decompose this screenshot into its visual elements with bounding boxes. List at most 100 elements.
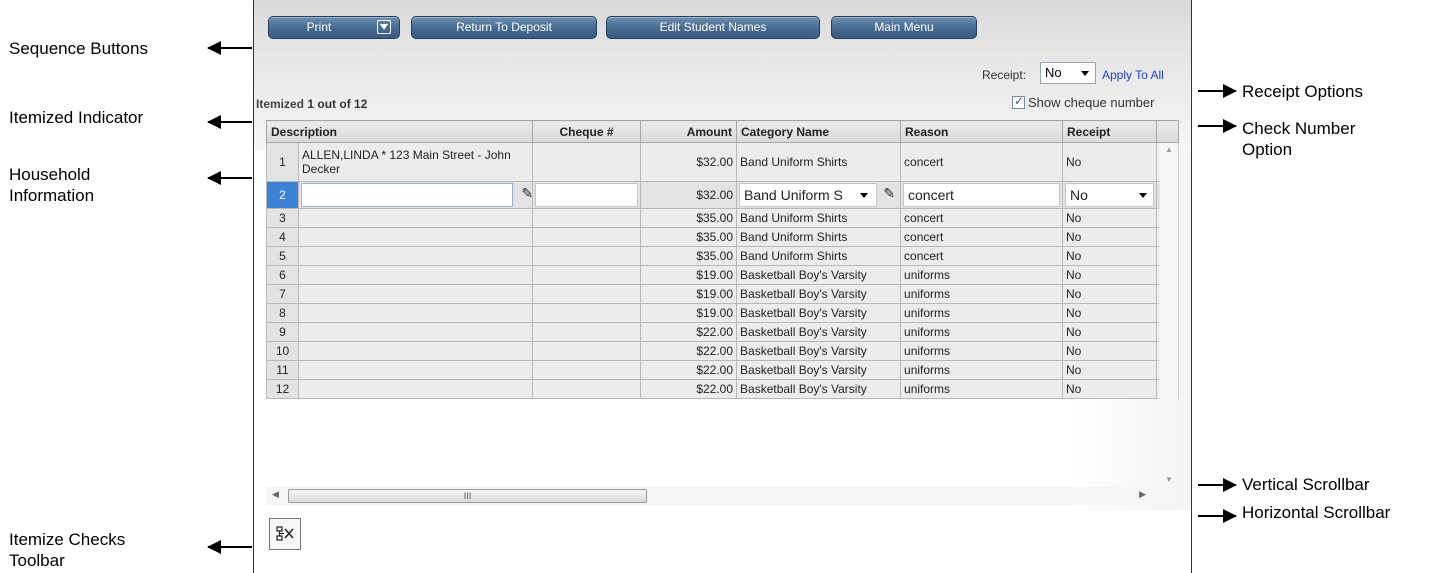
category-cell[interactable]: Band Uniform Shirts — [736, 246, 902, 266]
category-cell[interactable]: Basketball Boy's Varsity — [736, 303, 902, 323]
scroll-right-icon[interactable]: ▶ — [1139, 489, 1146, 500]
cheque-cell[interactable] — [532, 265, 642, 285]
category-cell[interactable]: Basketball Boy's Varsity — [736, 265, 902, 285]
column-header-description[interactable]: Description — [265, 120, 534, 143]
horizontal-scroll-thumb[interactable]: III — [288, 489, 647, 503]
cheque-cell[interactable] — [532, 208, 642, 228]
category-cell[interactable]: Basketball Boy's Varsity — [736, 322, 902, 342]
reason-cell[interactable]: uniforms — [900, 265, 1064, 285]
table-row[interactable]: 6 $19.00 Basketball Boy's Varsity unifor… — [266, 265, 1180, 285]
household-description[interactable]: ALLEN,LINDA * 123 Main Street - John Dec… — [297, 142, 534, 182]
print-button[interactable]: Print — [268, 16, 400, 39]
receipt-dropdown[interactable]: No — [1040, 62, 1096, 84]
description-cell[interactable] — [297, 265, 534, 285]
table-row[interactable]: 4 $35.00 Band Uniform Shirts concert No — [266, 227, 1180, 247]
category-cell[interactable]: Basketball Boy's Varsity — [736, 284, 902, 304]
cheque-cell[interactable] — [532, 284, 642, 304]
category-cell[interactable]: Band Uniform Shirts — [736, 227, 902, 247]
receipt-cell[interactable]: No — [1062, 265, 1158, 285]
description-cell[interactable] — [297, 322, 534, 342]
table-row[interactable]: 8 $19.00 Basketball Boy's Varsity unifor… — [266, 303, 1180, 323]
column-header-reason[interactable]: Reason — [900, 120, 1064, 143]
receipt-cell[interactable]: No — [1062, 322, 1158, 342]
table-row[interactable]: 5 $35.00 Band Uniform Shirts concert No — [266, 246, 1180, 266]
description-input[interactable] — [301, 183, 513, 207]
column-header-cheque[interactable]: Cheque # — [532, 120, 642, 143]
table-row[interactable]: 9 $22.00 Basketball Boy's Varsity unifor… — [266, 322, 1180, 342]
category-cell[interactable]: Basketball Boy's Varsity — [736, 360, 902, 380]
reason-cell[interactable]: uniforms — [900, 303, 1064, 323]
description-cell[interactable] — [297, 208, 534, 228]
table-row[interactable]: 10 $22.00 Basketball Boy's Varsity unifo… — [266, 341, 1180, 361]
reason-cell[interactable]: concert — [900, 142, 1064, 182]
itemize-checks-icon[interactable] — [269, 518, 301, 550]
description-cell[interactable] — [297, 360, 534, 380]
reason-cell[interactable]: uniforms — [900, 341, 1064, 361]
description-cell[interactable] — [297, 303, 534, 323]
column-header-amount[interactable]: Amount — [640, 120, 738, 143]
receipt-cell[interactable]: No — [1062, 360, 1158, 380]
pencil-icon[interactable]: ✎ — [521, 185, 531, 201]
reason-cell[interactable]: uniforms — [900, 360, 1064, 380]
table-row-selected[interactable]: 2 ✎ $32.00 Band Uniform S ✎ concert No — [266, 181, 1180, 209]
cheque-cell[interactable] — [532, 341, 642, 361]
cheque-cell[interactable] — [532, 142, 642, 182]
cheque-cell[interactable] — [532, 322, 642, 342]
description-edit-cell[interactable]: ✎ — [297, 181, 534, 209]
reason-cell[interactable]: uniforms — [900, 284, 1064, 304]
reason-cell[interactable]: uniforms — [900, 379, 1064, 399]
reason-cell[interactable]: concert — [900, 208, 1064, 228]
description-cell[interactable] — [297, 284, 534, 304]
category-cell[interactable]: Basketball Boy's Varsity — [736, 379, 902, 399]
description-cell[interactable] — [297, 379, 534, 399]
reason-cell[interactable]: concert — [900, 246, 1064, 266]
edit-student-names-button[interactable]: Edit Student Names — [606, 16, 820, 39]
reason-cell[interactable]: uniforms — [900, 322, 1064, 342]
cheque-cell[interactable] — [532, 379, 642, 399]
description-cell[interactable] — [297, 227, 534, 247]
scroll-left-icon[interactable]: ◀ — [272, 489, 279, 500]
chevron-down-icon[interactable] — [377, 20, 391, 34]
cheque-cell[interactable] — [532, 303, 642, 323]
apply-to-all-link[interactable]: Apply To All — [1102, 68, 1164, 82]
cheque-cell[interactable] — [532, 360, 642, 380]
category-dropdown[interactable]: Band Uniform S — [739, 183, 878, 207]
receipt-edit-cell[interactable]: No — [1062, 181, 1158, 209]
table-row[interactable]: 12 $22.00 Basketball Boy's Varsity unifo… — [266, 379, 1180, 399]
receipt-cell[interactable]: No — [1062, 246, 1158, 266]
show-cheque-option[interactable]: Show cheque number — [1012, 94, 1154, 110]
cheque-edit-cell[interactable] — [532, 181, 642, 209]
pencil-icon[interactable]: ✎ — [883, 185, 895, 201]
reason-input[interactable]: concert — [903, 183, 1061, 207]
category-cell[interactable]: Basketball Boy's Varsity — [736, 341, 902, 361]
description-cell[interactable] — [297, 341, 534, 361]
description-cell[interactable] — [297, 246, 534, 266]
receipt-cell-dropdown[interactable]: No — [1065, 183, 1155, 207]
receipt-cell[interactable]: No — [1062, 379, 1158, 399]
receipt-cell[interactable]: No — [1062, 208, 1158, 228]
category-cell[interactable]: Band Uniform Shirts — [736, 208, 902, 228]
cheque-cell[interactable] — [532, 227, 642, 247]
category-edit-cell[interactable]: Band Uniform S ✎ — [736, 181, 902, 209]
receipt-cell[interactable]: No — [1062, 284, 1158, 304]
table-row[interactable]: 3 $35.00 Band Uniform Shirts concert No — [266, 208, 1180, 228]
receipt-cell[interactable]: No — [1062, 227, 1158, 247]
category-cell[interactable]: Band Uniform Shirts — [736, 142, 902, 182]
scroll-up-icon[interactable]: ▲ — [1165, 145, 1173, 154]
reason-cell[interactable]: concert — [900, 227, 1064, 247]
cheque-cell[interactable] — [532, 246, 642, 266]
show-cheque-checkbox[interactable] — [1012, 94, 1025, 109]
receipt-cell[interactable]: No — [1062, 142, 1158, 182]
cheque-input[interactable] — [535, 183, 639, 207]
receipt-cell[interactable]: No — [1062, 341, 1158, 361]
table-row[interactable]: 1 ALLEN,LINDA * 123 Main Street - John D… — [266, 142, 1180, 182]
table-row[interactable]: 11 $22.00 Basketball Boy's Varsity unifo… — [266, 360, 1180, 380]
return-to-deposit-button[interactable]: Return To Deposit — [411, 16, 597, 39]
table-row[interactable]: 7 $19.00 Basketball Boy's Varsity unifor… — [266, 284, 1180, 304]
column-header-category[interactable]: Category Name — [736, 120, 902, 143]
scroll-down-icon[interactable]: ▼ — [1165, 475, 1173, 484]
horizontal-scrollbar[interactable]: ◀ III ▶ — [266, 487, 1178, 505]
reason-edit-cell[interactable]: concert — [900, 181, 1064, 209]
vertical-scrollbar[interactable]: ▲ ▼ — [1160, 143, 1178, 486]
receipt-cell[interactable]: No — [1062, 303, 1158, 323]
